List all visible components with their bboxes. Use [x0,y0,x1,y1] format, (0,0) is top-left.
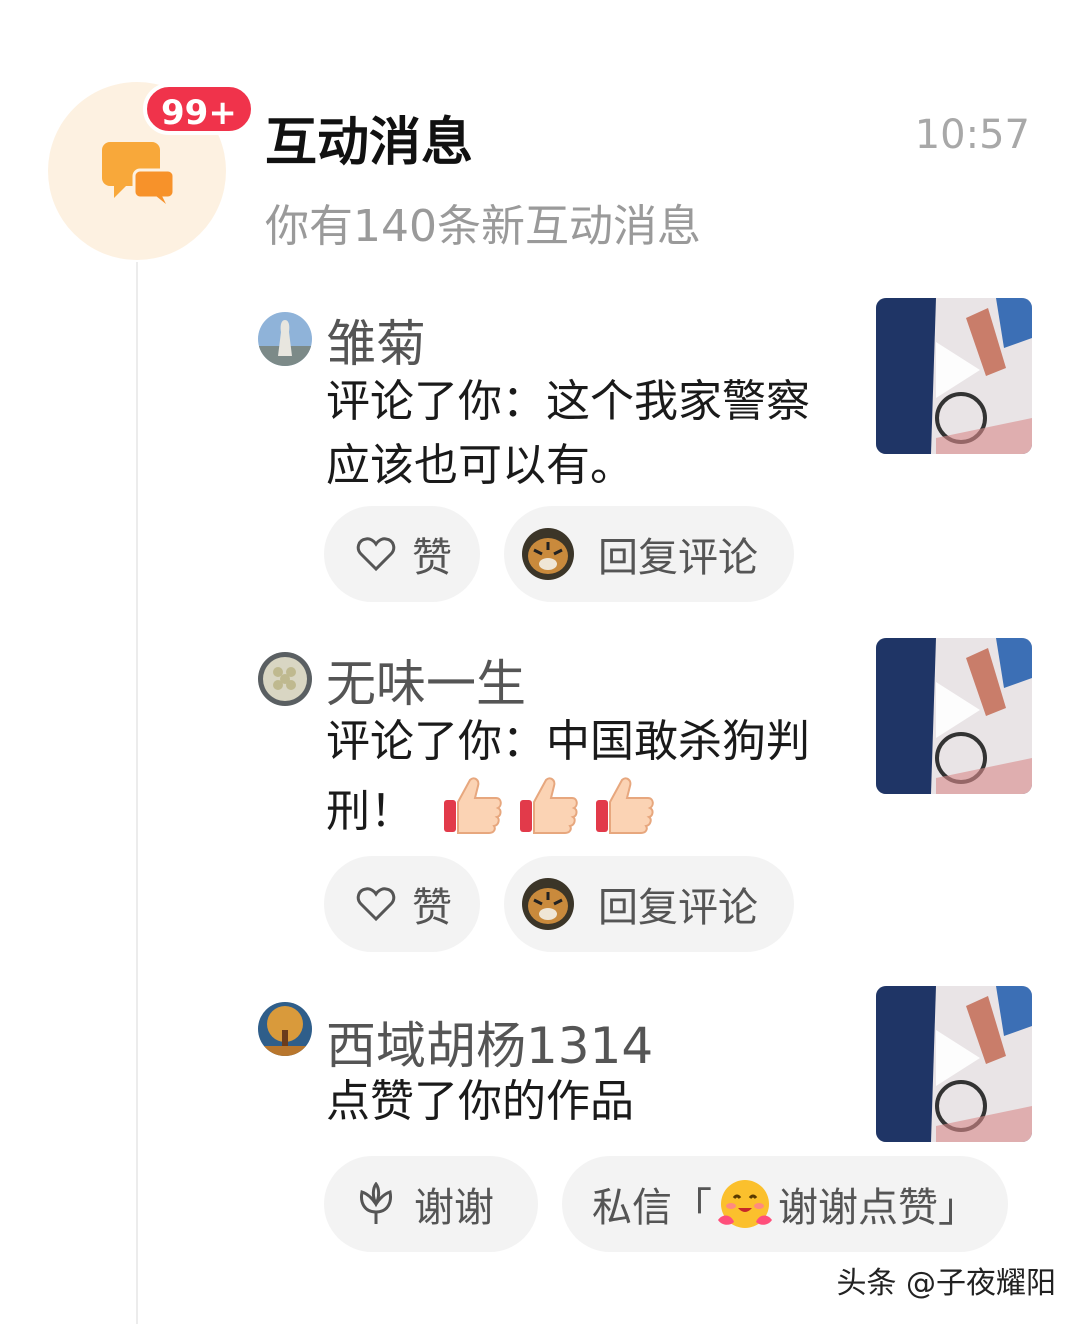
subtitle: 你有140条新互动消息 [265,201,701,252]
like-label: 赞 [412,535,452,581]
user-avatar[interactable] [258,1002,312,1056]
dm-thanks-button[interactable]: 私信「 谢谢点赞」 [562,1156,1008,1252]
comment-text: 点赞了你的作品 [326,1076,634,1127]
timeline-line [136,262,138,1324]
video-thumbnail[interactable] [876,986,1032,1142]
page-title: 互动消息 [265,113,474,173]
dm-text: 谢谢点赞」 [778,1185,978,1231]
play-icon [936,682,980,738]
user-name[interactable]: 雏菊 [326,304,426,376]
heart-icon [356,537,396,572]
play-icon [936,342,980,398]
like-button[interactable]: 赞 [324,506,480,602]
chat-bubbles-icon [102,142,176,204]
hug-emoji-icon [718,1180,772,1228]
thumbs-up-icon [594,774,656,838]
user-name[interactable]: 无味一生 [326,644,526,716]
comment-text: 评论了你：这个我家警察应该也可以有。 [326,376,810,491]
comment-text: 评论了你：中国敢杀狗判刑！ [326,710,846,838]
user-avatar[interactable] [258,312,312,366]
user-avatar[interactable] [258,652,312,706]
like-label: 赞 [412,885,452,931]
like-button[interactable]: 赞 [324,856,480,952]
play-icon [936,1030,980,1086]
flower-icon [360,1182,392,1224]
dm-prefix: 私信「 [592,1185,712,1231]
thumbs-up-icon [442,774,504,838]
thanks-button[interactable]: 谢谢 [324,1156,538,1252]
heart-icon [356,887,396,922]
video-thumbnail[interactable] [876,298,1032,454]
reply-label: 回复评论 [598,885,758,931]
unread-badge: 99+ [143,83,255,135]
reply-label: 回复评论 [598,535,758,581]
video-thumbnail[interactable] [876,638,1032,794]
reply-comment-button[interactable]: 回复评论 [504,856,794,952]
my-avatar [522,528,574,580]
thanks-label: 谢谢 [414,1185,494,1231]
watermark: 头条 @子夜耀阳 [836,1266,1056,1301]
thumbs-up-icon [518,774,580,838]
timestamp: 10:57 [914,112,1030,158]
my-avatar [522,878,574,930]
reply-comment-button[interactable]: 回复评论 [504,506,794,602]
user-name[interactable]: 西域胡杨1314 [326,1006,653,1078]
